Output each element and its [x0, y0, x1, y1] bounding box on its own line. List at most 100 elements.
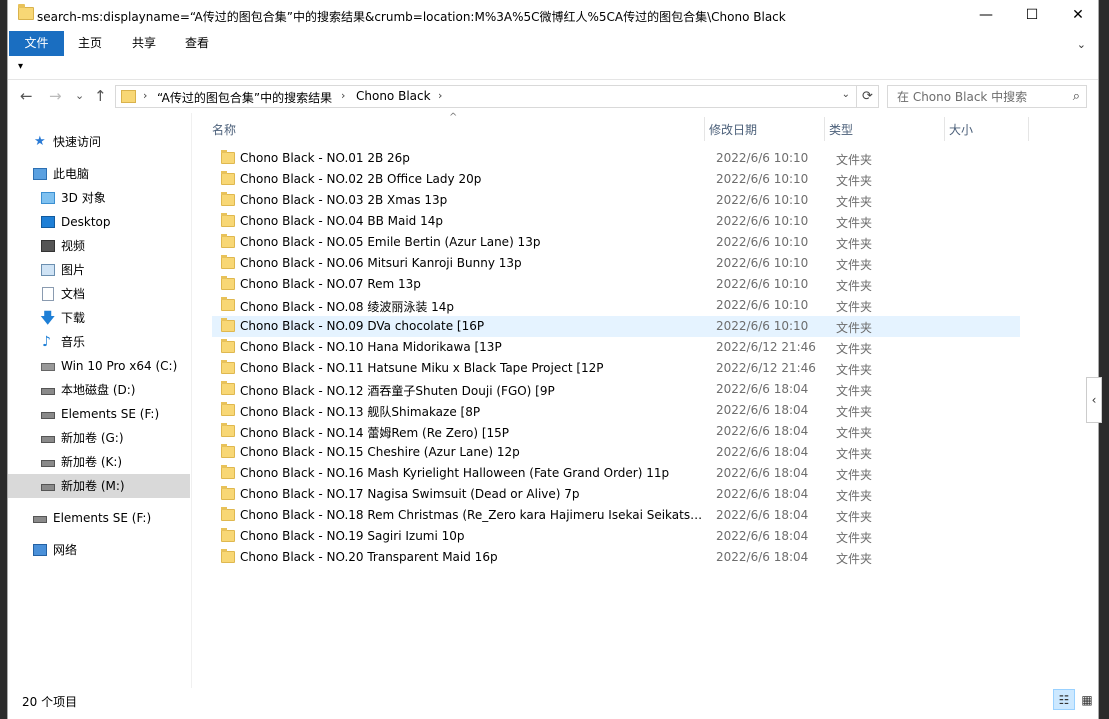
file-row[interactable]: Chono Black - NO.15 Cheshire (Azur Lane)…	[212, 442, 1020, 463]
refresh-button[interactable]: ⟳	[856, 86, 878, 107]
customize-toolbar-icon[interactable]: ▾	[18, 61, 23, 72]
search-icon[interactable]: ⌕	[1073, 89, 1080, 104]
file-row[interactable]: Chono Black - NO.01 2B 26p 2022/6/6 10:10…	[212, 148, 1020, 169]
tab-share[interactable]: 共享	[122, 31, 166, 56]
file-name[interactable]: Chono Black - NO.02 2B Office Lady 20p	[240, 172, 704, 186]
file-name[interactable]: Chono Black - NO.18 Rem Christmas (Re_Ze…	[240, 508, 704, 522]
column-date-modified[interactable]: 修改日期	[709, 121, 757, 138]
file-name[interactable]: Chono Black - NO.15 Cheshire (Azur Lane)…	[240, 445, 704, 459]
file-date-modified: 2022/6/6 10:10	[716, 298, 809, 312]
column-divider[interactable]	[944, 117, 945, 141]
column-divider[interactable]	[824, 117, 825, 141]
file-name[interactable]: Chono Black - NO.07 Rem 13p	[240, 277, 704, 291]
sidebar-item-network[interactable]: 网络	[8, 538, 190, 562]
file-row[interactable]: Chono Black - NO.08 绫波丽泳装 14p 2022/6/6 10…	[212, 295, 1020, 316]
recent-locations-button[interactable]: ⌄	[75, 89, 84, 102]
breadcrumb-separator[interactable]: ›	[143, 89, 147, 102]
details-view-button[interactable]: ☷	[1053, 689, 1075, 710]
column-type[interactable]: 类型	[829, 121, 853, 138]
file-row[interactable]: Chono Black - NO.20 Transparent Maid 16p…	[212, 547, 1020, 568]
sidebar-item-drive-c[interactable]: Win 10 Pro x64 (C:)	[8, 354, 190, 378]
file-row[interactable]: Chono Black - NO.05 Emile Bertin (Azur L…	[212, 232, 1020, 253]
download-icon: 🡇	[40, 309, 56, 327]
file-name[interactable]: Chono Black - NO.09 DVa chocolate [16P	[240, 319, 704, 333]
file-row[interactable]: Chono Black - NO.13 舰队Shimakaze [8P 2022/…	[212, 400, 1020, 421]
sidebar-item-elements-se[interactable]: Elements SE (F:)	[8, 506, 190, 530]
file-row[interactable]: Chono Black - NO.17 Nagisa Swimsuit (Dea…	[212, 484, 1020, 505]
file-name[interactable]: Chono Black - NO.19 Sagiri Izumi 10p	[240, 529, 704, 543]
breadcrumb-chono-black[interactable]: Chono Black	[356, 89, 431, 103]
file-name[interactable]: Chono Black - NO.17 Nagisa Swimsuit (Dea…	[240, 487, 704, 501]
file-name[interactable]: Chono Black - NO.10 Hana Midorikawa [13P	[240, 340, 704, 354]
file-row[interactable]: Chono Black - NO.14 蕾姆Rem (Re Zero) [15P…	[212, 421, 1020, 442]
file-row[interactable]: Chono Black - NO.07 Rem 13p 2022/6/6 10:1…	[212, 274, 1020, 295]
sidebar-item-documents[interactable]: 文档	[8, 282, 190, 306]
address-dropdown-icon[interactable]: ⌄	[842, 89, 850, 100]
file-date-modified: 2022/6/6 18:04	[716, 403, 809, 417]
close-button[interactable]: ✕	[1055, 0, 1101, 31]
breadcrumb-search-results[interactable]: “A传过的图包合集”中的搜索结果	[157, 89, 332, 106]
file-row[interactable]: Chono Black - NO.18 Rem Christmas (Re_Ze…	[212, 505, 1020, 526]
tab-home[interactable]: 主页	[68, 31, 112, 56]
file-name[interactable]: Chono Black - NO.05 Emile Bertin (Azur L…	[240, 235, 704, 249]
folder-icon	[221, 486, 235, 500]
file-name[interactable]: Chono Black - NO.08 绫波丽泳装 14p	[240, 298, 704, 315]
file-name[interactable]: Chono Black - NO.14 蕾姆Rem (Re Zero) [15P	[240, 424, 704, 441]
file-row[interactable]: Chono Black - NO.04 BB Maid 14p 2022/6/6 …	[212, 211, 1020, 232]
search-input[interactable]	[888, 86, 1062, 107]
breadcrumb-separator[interactable]: ›	[341, 89, 345, 102]
sidebar-item-drive-g[interactable]: 新加卷 (G:)	[8, 426, 190, 450]
file-name[interactable]: Chono Black - NO.03 2B Xmas 13p	[240, 193, 704, 207]
sidebar-item-quick-access[interactable]: ★ 快速访问	[8, 130, 190, 154]
file-row[interactable]: Chono Black - NO.06 Mitsuri Kanroji Bunn…	[212, 253, 1020, 274]
file-name[interactable]: Chono Black - NO.13 舰队Shimakaze [8P	[240, 403, 704, 420]
column-size[interactable]: 大小	[949, 121, 973, 138]
sidebar-item-pictures[interactable]: 图片	[8, 258, 190, 282]
ribbon-expand-icon[interactable]: ⌄	[1077, 38, 1086, 51]
video-icon	[41, 240, 55, 252]
file-row[interactable]: Chono Black - NO.09 DVa chocolate [16P 20…	[212, 316, 1020, 337]
file-name[interactable]: Chono Black - NO.20 Transparent Maid 16p	[240, 550, 704, 564]
column-divider[interactable]	[704, 117, 705, 141]
file-row[interactable]: Chono Black - NO.02 2B Office Lady 20p 20…	[212, 169, 1020, 190]
file-row[interactable]: Chono Black - NO.11 Hatsune Miku x Black…	[212, 358, 1020, 379]
tab-file[interactable]: 文件	[9, 31, 64, 56]
address-bar[interactable]: › “A传过的图包合集”中的搜索结果 › Chono Black › ⌄ ⟳	[115, 85, 879, 108]
file-row[interactable]: Chono Black - NO.10 Hana Midorikawa [13P…	[212, 337, 1020, 358]
sidebar-item-this-pc[interactable]: 此电脑	[8, 162, 190, 186]
sidebar-item-downloads[interactable]: 🡇 下载	[8, 306, 190, 330]
sidebar-item-desktop[interactable]: Desktop	[8, 210, 190, 234]
file-name[interactable]: Chono Black - NO.04 BB Maid 14p	[240, 214, 704, 228]
large-icons-view-button[interactable]: ▦	[1076, 689, 1098, 710]
file-name[interactable]: Chono Black - NO.12 酒吞童子Shuten Douji (FG…	[240, 382, 704, 399]
file-name[interactable]: Chono Black - NO.16 Mash Kyrielight Hall…	[240, 466, 704, 480]
file-row[interactable]: Chono Black - NO.12 酒吞童子Shuten Douji (FG…	[212, 379, 1020, 400]
show-preview-pane-button[interactable]: ‹	[1086, 377, 1102, 423]
sidebar-item-drive-f[interactable]: Elements SE (F:)	[8, 402, 190, 426]
column-name[interactable]: 名称	[212, 121, 236, 138]
sidebar-item-music[interactable]: ♪ 音乐	[8, 330, 190, 354]
sidebar-item-drive-k[interactable]: 新加卷 (K:)	[8, 450, 190, 474]
sidebar-item-drive-m[interactable]: 新加卷 (M:)	[8, 474, 190, 498]
folder-icon	[221, 171, 235, 185]
tab-view[interactable]: 查看	[175, 31, 219, 56]
search-box[interactable]: ⌕	[887, 85, 1087, 108]
file-name[interactable]: Chono Black - NO.06 Mitsuri Kanroji Bunn…	[240, 256, 704, 270]
forward-button[interactable]: →	[49, 87, 62, 105]
file-name[interactable]: Chono Black - NO.11 Hatsune Miku x Black…	[240, 361, 704, 375]
sort-ascending-icon: ^	[449, 112, 458, 123]
file-row[interactable]: Chono Black - NO.16 Mash Kyrielight Hall…	[212, 463, 1020, 484]
ribbon-tabs: 文件 主页 共享 查看	[8, 31, 1098, 56]
breadcrumb-separator[interactable]: ›	[438, 89, 442, 102]
up-button[interactable]: ↑	[94, 87, 107, 105]
file-name[interactable]: Chono Black - NO.01 2B 26p	[240, 151, 704, 165]
maximize-button[interactable]: ☐	[1009, 0, 1055, 31]
sidebar-item-drive-d[interactable]: 本地磁盘 (D:)	[8, 378, 190, 402]
minimize-button[interactable]: —	[963, 0, 1009, 31]
column-divider[interactable]	[1028, 117, 1029, 141]
sidebar-item-3d-objects[interactable]: 3D 对象	[8, 186, 190, 210]
file-row[interactable]: Chono Black - NO.03 2B Xmas 13p 2022/6/6 …	[212, 190, 1020, 211]
back-button[interactable]: ←	[20, 87, 33, 105]
sidebar-item-videos[interactable]: 视频	[8, 234, 190, 258]
file-row[interactable]: Chono Black - NO.19 Sagiri Izumi 10p 2022…	[212, 526, 1020, 547]
